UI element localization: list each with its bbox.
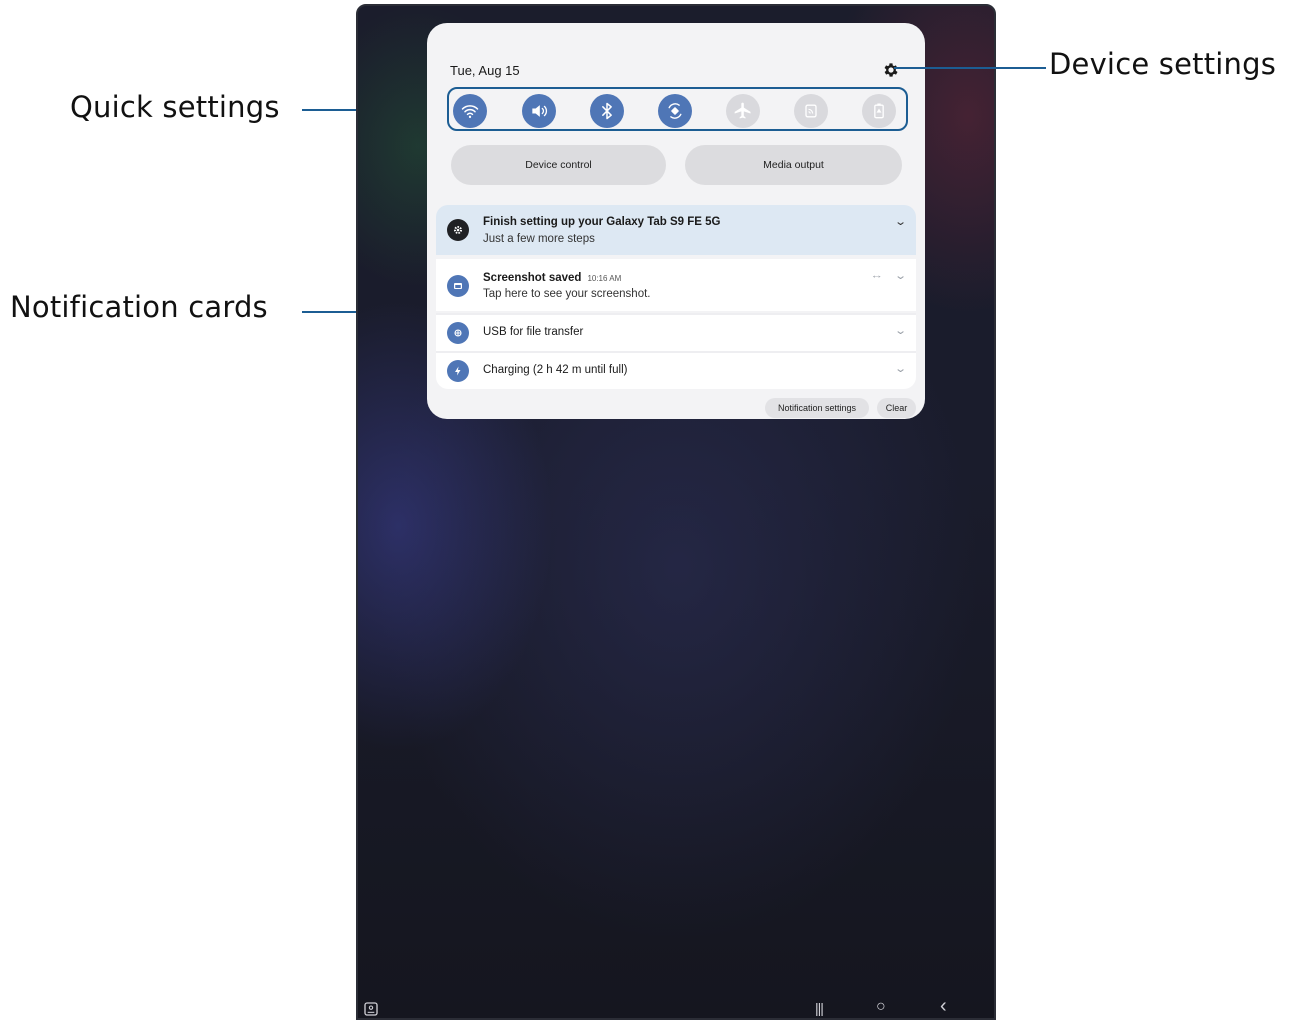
device-settings-callout-line [894, 67, 1046, 69]
notification-card-screenshot[interactable]: Screenshot saved 10:16 AM Tap here to see… [436, 259, 916, 311]
device-control-button[interactable]: Device control [451, 145, 666, 185]
settings-icon [447, 219, 469, 241]
wifi-icon [461, 105, 479, 118]
rotate-icon [668, 103, 682, 119]
wifi-toggle[interactable] [453, 94, 487, 128]
home-button[interactable]: ○ [876, 998, 886, 1016]
auto-rotate-toggle[interactable] [658, 94, 692, 128]
date-label: Tue, Aug 15 [450, 63, 520, 78]
chevron-down-icon[interactable]: ⌄ [894, 362, 907, 375]
notification-title: Finish setting up your Galaxy Tab S9 FE … [483, 216, 721, 228]
airplane-mode-toggle[interactable] [726, 94, 760, 128]
navigation-bar: ||| ○ ‹ [358, 995, 994, 1018]
notification-card-charging[interactable]: Charging (2 h 42 m until full) ⌄ [436, 353, 916, 389]
bluetooth-icon [602, 102, 612, 120]
keyboard-toggle-icon[interactable] [363, 1001, 379, 1017]
notification-settings-button[interactable]: Notification settings [765, 398, 869, 418]
quick-settings-bar [447, 87, 908, 131]
bluetooth-toggle[interactable] [590, 94, 624, 128]
airplane-icon [734, 102, 751, 119]
chevron-down-icon[interactable]: ⌄ [894, 269, 907, 282]
sound-toggle[interactable] [522, 94, 556, 128]
gear-icon[interactable] [882, 61, 900, 79]
mobile-data-toggle[interactable] [794, 94, 828, 128]
screenshot-icon [447, 275, 469, 297]
tablet-screen: Tue, Aug 15 Device control Media output … [356, 4, 996, 1020]
notification-cards-callout: Notification cards [10, 290, 268, 324]
notification-title: Screenshot saved 10:16 AM [483, 272, 621, 284]
chevron-down-icon[interactable]: ⌄ [894, 324, 907, 337]
back-button[interactable]: ‹ [940, 995, 947, 1018]
notification-title: USB for file transfer [483, 326, 584, 338]
quick-settings-callout: Quick settings [70, 90, 280, 124]
notification-subtitle: Tap here to see your screenshot. [483, 288, 651, 300]
notification-card-setup[interactable]: Finish setting up your Galaxy Tab S9 FE … [436, 205, 916, 255]
mobile-data-icon [805, 104, 817, 118]
battery-icon [874, 103, 884, 119]
device-settings-callout: Device settings [1049, 47, 1277, 81]
notification-panel: Tue, Aug 15 Device control Media output … [427, 23, 925, 419]
notification-time: 10:16 AM [587, 274, 622, 283]
notification-title: Charging (2 h 42 m until full) [483, 364, 628, 376]
power-saving-toggle[interactable] [862, 94, 896, 128]
notification-subtitle: Just a few more steps [483, 233, 595, 245]
usb-icon [447, 322, 469, 344]
notification-card-usb[interactable]: USB for file transfer ⌄ [436, 315, 916, 351]
chevron-down-icon[interactable]: ⌄ [894, 215, 907, 228]
recents-button[interactable]: ||| [815, 1000, 824, 1016]
notification-title-text: Screenshot saved [483, 272, 582, 284]
media-output-button[interactable]: Media output [685, 145, 902, 185]
clear-button[interactable]: Clear [877, 398, 916, 418]
expand-arrow-icon[interactable]: ↔ [870, 270, 883, 280]
charging-icon [447, 360, 469, 382]
volume-icon [532, 105, 547, 117]
